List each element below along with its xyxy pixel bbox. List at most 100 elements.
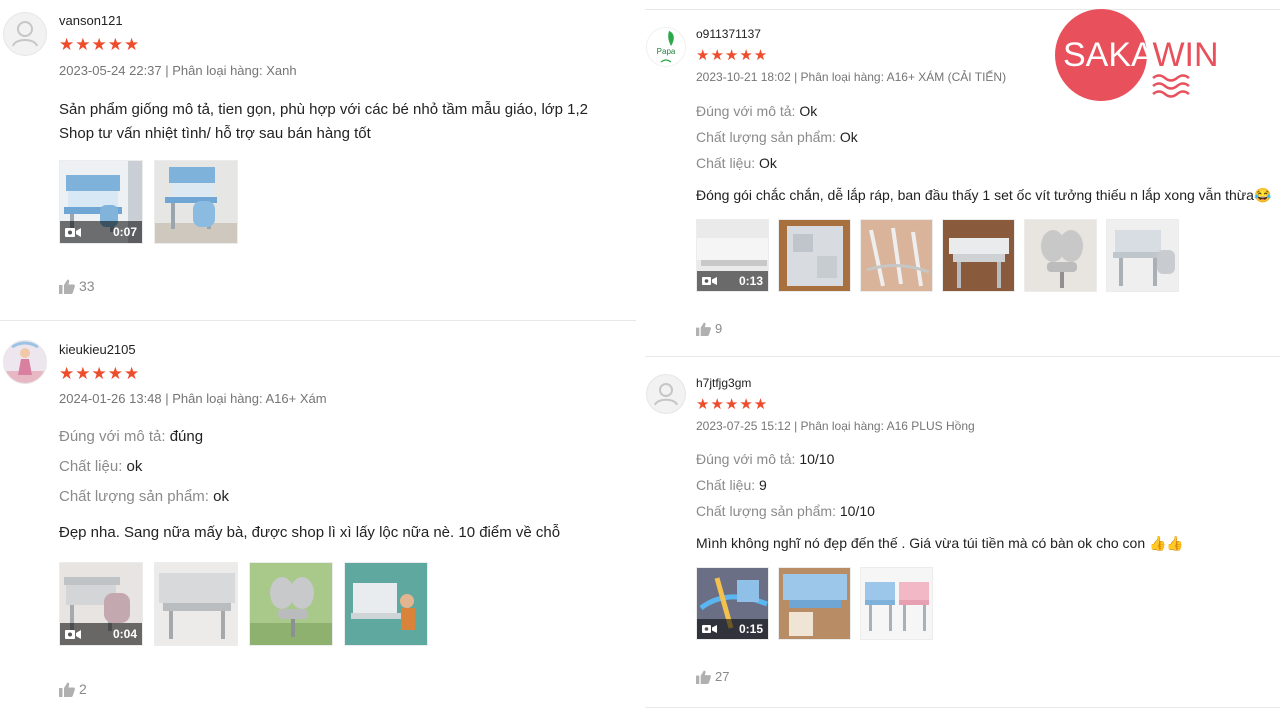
review-media: 0:15 [696,567,933,640]
video-duration-bar: 0:13 [697,271,768,291]
review-comment: Sản phẩm giống mô tả, tien gọn, phù hợp … [59,98,588,146]
avatar[interactable] [646,374,686,414]
rating-stars: ★★★★★ [696,47,769,64]
like-button[interactable]: 9 [696,321,722,336]
review-meta: 2023-05-24 22:37 | Phân loại hàng: Xanh [59,63,297,78]
review-item: h7jtfjg3gm ★★★★★ 2023-07-25 15:12 | Phân… [645,357,1280,707]
video-camera-icon [702,277,717,285]
grey-chair-photo [250,563,332,645]
video-duration-bar: 0:07 [60,221,142,243]
review-media: 0:04 [59,562,428,646]
user-photo-avatar [4,341,46,383]
desk-top-photo [943,220,1014,291]
review-comment: Đẹp nha. Sang nữa mấy bà, được shop lì x… [59,524,560,541]
attr-material: Chất liệu: Ok [696,155,777,171]
review-media: 0:13 [696,219,1179,292]
rating-stars: ★★★★★ [59,364,141,383]
avatar[interactable]: Papa [646,27,686,67]
attr-quality: Chất lượng sản phẩm: Ok [696,129,858,145]
video-thumbnail[interactable]: 0:13 [696,219,769,292]
like-count: 9 [715,321,723,336]
metal-frame-photo [861,220,932,291]
thumbs-up-icon [59,279,75,294]
video-camera-icon [65,629,81,639]
blue-desk-box-photo [779,568,850,639]
sakawin-logo-graphic: SAKAWIN [1055,9,1219,101]
photo-thumbnail[interactable] [154,562,238,646]
photo-thumbnail[interactable] [942,219,1015,292]
attr-quality: Chất lượng sản phẩm: ok [59,488,229,505]
review-comment: Mình không nghĩ nó đẹp đến thế . Giá vừa… [696,535,1184,552]
right-review-column: Papa o911371137 ★★★★★ 2023-10-21 18:02 |… [645,0,1280,720]
attr-material: Chất liệu: 9 [696,477,767,493]
video-camera-icon [65,227,81,237]
review-media: 0:07 [59,160,238,244]
rating-stars: ★★★★★ [59,35,141,54]
review-item: vanson121 ★★★★★ 2023-05-24 22:37 | Phân … [0,0,636,320]
photo-thumbnail[interactable] [1106,219,1179,292]
photo-thumbnail[interactable] [778,567,851,640]
svg-text:Papa: Papa [657,47,676,56]
video-duration-bar: 0:15 [697,619,768,639]
attr-description: Đúng với mô tả: Ok [696,103,818,119]
sakawin-logo: SAKAWIN [1055,8,1230,103]
attr-material: Chất liệu: ok [59,458,143,475]
photo-thumbnail[interactable] [1024,219,1097,292]
pink-and-blue-desks-photo [861,568,932,639]
photo-thumbnail[interactable] [344,562,428,646]
review-divider [645,707,1280,708]
papa-logo-avatar: Papa [647,28,685,66]
username[interactable]: kieukieu2105 [59,342,136,357]
child-at-desk-photo [345,563,427,645]
attr-description: Đúng với mô tả: 10/10 [696,451,835,467]
attr-description: Đúng với mô tả: đúng [59,428,204,445]
default-user-icon [654,383,678,406]
review-comment: Đóng gói chắc chắn, dễ lắp ráp, ban đầu … [696,187,1271,204]
like-button[interactable]: 27 [696,669,729,684]
default-user-icon [12,21,38,47]
photo-thumbnail[interactable] [860,219,933,292]
comment-line: Sản phẩm giống mô tả, tien gọn, phù hợp … [59,101,588,118]
attr-quality: Chất lượng sản phẩm: 10/10 [696,503,875,519]
desk-top-photo [155,563,237,645]
video-duration: 0:04 [112,627,137,641]
like-button[interactable]: 2 [59,681,87,697]
grey-chair-photo [1025,220,1096,291]
video-duration: 0:07 [112,225,137,239]
review-meta: 2024-01-26 13:48 | Phân loại hàng: A16+ … [59,391,327,406]
video-thumbnail[interactable]: 0:15 [696,567,769,640]
comment-line: Mình không nghĩ nó đẹp đến thế . Giá vừa… [696,535,1184,551]
review-meta: 2023-10-21 18:02 | Phân loại hàng: A16+ … [696,70,1007,84]
video-duration-bar: 0:04 [60,623,142,645]
review-meta: 2023-07-25 15:12 | Phân loại hàng: A16 P… [696,419,975,433]
review-item: kieukieu2105 ★★★★★ 2024-01-26 13:48 | Ph… [0,321,636,720]
rating-stars: ★★★★★ [696,396,769,413]
username[interactable]: vanson121 [59,13,123,28]
left-review-column: vanson121 ★★★★★ 2023-05-24 22:37 | Phân … [0,0,636,720]
thumbs-up-icon [696,321,711,336]
photo-thumbnail[interactable] [778,219,851,292]
packaged-parts-photo [779,220,850,291]
like-count: 2 [79,681,87,697]
thumbs-up-icon [696,669,711,684]
avatar[interactable] [3,340,47,384]
username[interactable]: h7jtfjg3gm [696,376,751,390]
like-count: 33 [79,278,95,294]
avatar[interactable] [3,12,47,56]
comment-line: Shop tư vấn nhiệt tình/ hỗ trợ sau bán h… [59,125,371,142]
thumbs-up-icon [59,682,75,697]
comment-line: Đóng gói chắc chắn, dễ lắp ráp, ban đầu … [696,187,1272,203]
photo-thumbnail[interactable] [860,567,933,640]
video-thumbnail[interactable]: 0:07 [59,160,143,244]
assembled-desk-photo [1107,220,1178,291]
video-duration: 0:15 [738,622,763,636]
like-button[interactable]: 33 [59,278,95,294]
desk-chair-photo [155,161,237,243]
photo-thumbnail[interactable] [249,562,333,646]
username[interactable]: o911371137 [696,27,761,41]
photo-thumbnail[interactable] [154,160,238,244]
like-count: 27 [715,669,730,684]
comment-line: Đẹp nha. Sang nữa mấy bà, được shop lì x… [59,524,561,541]
logo-text: SAKAWIN [1063,36,1219,74]
video-thumbnail[interactable]: 0:04 [59,562,143,646]
